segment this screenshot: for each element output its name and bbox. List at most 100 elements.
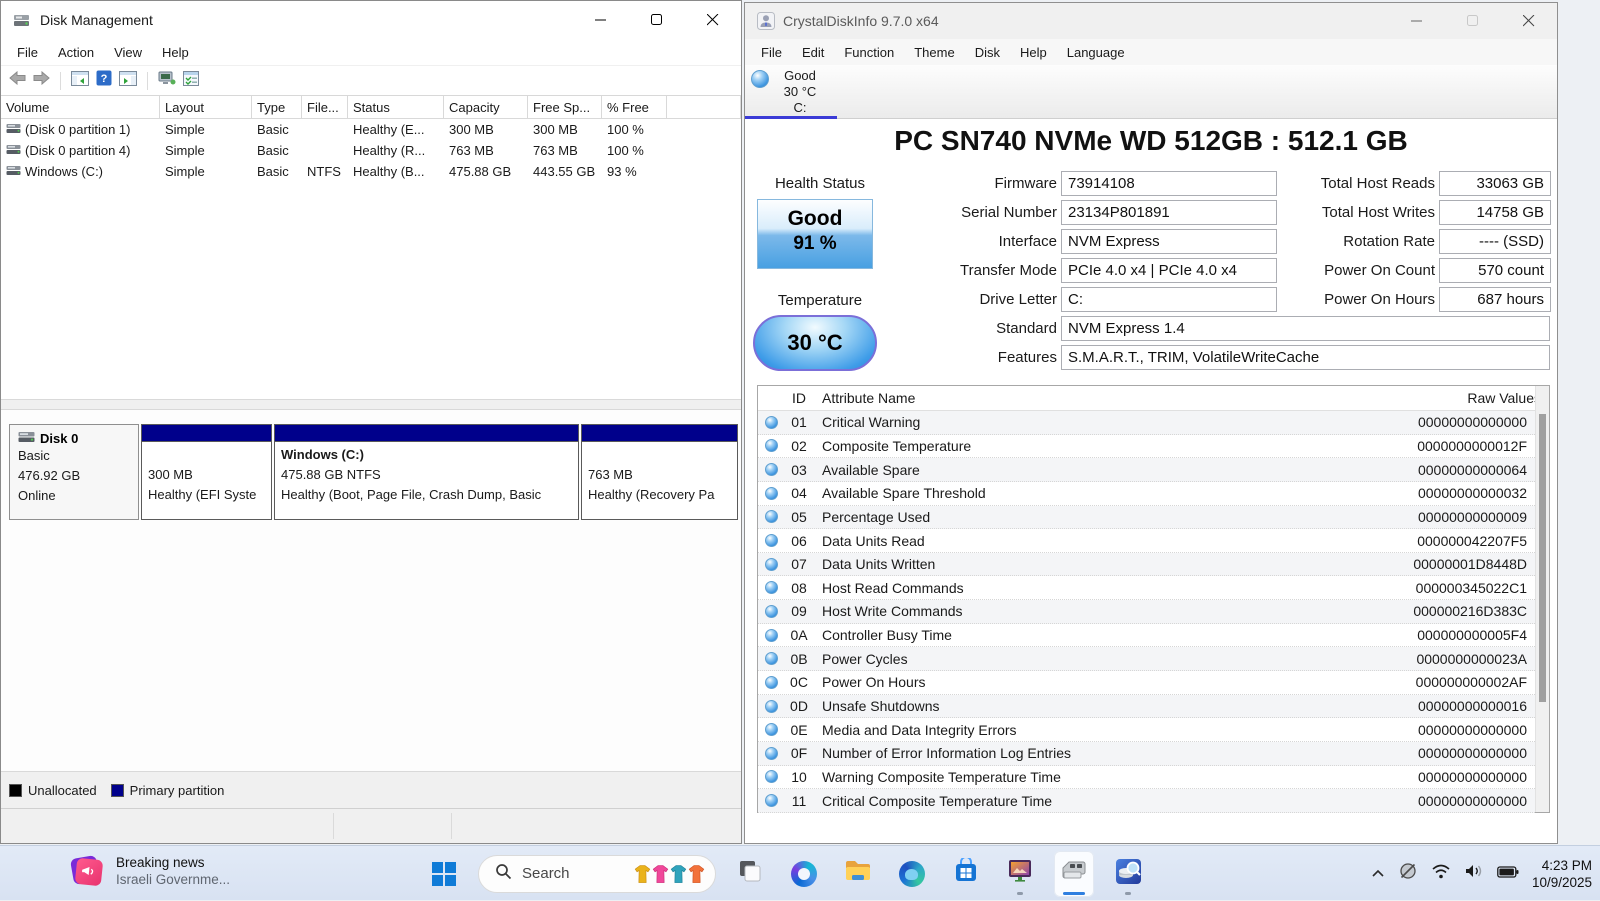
partition-block-efi[interactable]: 300 MB Healthy (EFI Syste <box>141 424 272 520</box>
attribute-status-orb-icon <box>764 486 778 500</box>
crystaldiskinfo-taskbar-button[interactable] <box>1054 850 1094 897</box>
smart-attribute-row[interactable]: 0D Unsafe Shutdowns 00000000000016 <box>758 694 1535 719</box>
unallocated-swatch <box>9 783 22 797</box>
smart-attribute-row[interactable]: 0B Power Cycles 0000000000023A <box>758 647 1535 672</box>
cdi-minimize-button[interactable] <box>1389 3 1445 39</box>
column-header[interactable]: Free Sp... <box>528 96 602 118</box>
edge-button[interactable] <box>892 851 932 897</box>
action-pane-icon[interactable] <box>119 70 137 91</box>
scrollbar-thumb[interactable] <box>1539 414 1546 702</box>
console-tree-icon[interactable] <box>71 70 89 91</box>
cdi-menu-item[interactable]: Function <box>834 42 904 63</box>
smart-attribute-row[interactable]: 05 Percentage Used 00000000000009 <box>758 505 1535 530</box>
disk-icon <box>18 431 35 446</box>
help-icon[interactable]: ? <box>96 70 112 91</box>
cdi-menu-item[interactable]: Language <box>1057 42 1135 63</box>
battery-icon[interactable] <box>1497 865 1519 883</box>
dm-close-button[interactable] <box>685 1 741 39</box>
partition-block-recovery[interactable]: 763 MB Healthy (Recovery Pa <box>581 424 738 520</box>
attribute-status-orb-icon <box>764 463 778 477</box>
drive-info-fields-wide: Standard NVM Express 1.4 Features S.M.A.… <box>865 316 1555 374</box>
smart-attribute-row[interactable]: 0A Controller Busy Time 000000000005F4 <box>758 624 1535 648</box>
smart-attribute-row[interactable]: 09 Host Write Commands 000000216D383C <box>758 600 1535 624</box>
smart-attribute-row[interactable]: 0C Power On Hours 000000000002AF <box>758 671 1535 695</box>
svg-text:?: ? <box>101 73 108 85</box>
cdi-menu-item[interactable]: Help <box>1010 42 1057 63</box>
dm-maximize-button[interactable] <box>629 1 685 39</box>
smart-attribute-row[interactable]: 0F Number of Error Information Log Entri… <box>758 741 1535 766</box>
health-status-button[interactable]: Good 91 % <box>757 199 873 269</box>
column-header[interactable]: Volume <box>1 96 160 118</box>
smart-attribute-row[interactable]: 08 Host Read Commands 000000345022C1 <box>758 576 1535 601</box>
cdi-menu-item[interactable]: Edit <box>792 42 834 63</box>
crystaldiskmark-button[interactable] <box>1108 851 1148 897</box>
stat-value-box: 14758 GB <box>1439 200 1551 225</box>
column-header[interactable]: Type <box>252 96 302 118</box>
device-monitor-icon[interactable] <box>158 71 176 91</box>
dm-menu-item[interactable]: Help <box>152 42 199 63</box>
widgets-button[interactable]: Breaking news Israeli Governme... <box>69 854 230 888</box>
stat-value-box: 33063 GB <box>1439 171 1551 196</box>
cdi-menu-item[interactable]: Disk <box>965 42 1010 63</box>
smart-attribute-row[interactable]: 06 Data Units Read 000000042207F5 <box>758 529 1535 553</box>
smart-attribute-row[interactable]: 0E Media and Data Integrity Errors 00000… <box>758 718 1535 742</box>
dm-pane-splitter[interactable] <box>1 399 741 410</box>
copilot-button[interactable] <box>784 851 824 897</box>
smart-attribute-row[interactable]: 02 Composite Temperature 0000000000012F <box>758 435 1535 459</box>
stat-value-box: 687 hours <box>1439 287 1551 312</box>
cdi-close-button[interactable] <box>1501 3 1557 39</box>
smart-table-scrollbar[interactable] <box>1535 386 1549 812</box>
smart-attribute-row[interactable]: 11 Critical Composite Temperature Time 0… <box>758 789 1535 813</box>
smart-attribute-row[interactable]: 01 Critical Warning 00000000000000 <box>758 411 1535 435</box>
cdi-menu-item[interactable]: File <box>751 42 792 63</box>
microsoft-store-button[interactable] <box>946 851 986 897</box>
smart-attribute-row[interactable]: 03 Available Spare 00000000000064 <box>758 458 1535 482</box>
file-explorer-button[interactable] <box>838 851 878 897</box>
attribute-status-orb-icon <box>764 581 778 595</box>
volume-icon[interactable] <box>1464 863 1484 884</box>
attribute-status-orb-icon <box>764 770 778 784</box>
dm-menu-item[interactable]: File <box>7 42 48 63</box>
column-header[interactable]: % Free <box>602 96 667 118</box>
column-header[interactable]: Capacity <box>444 96 528 118</box>
table-row[interactable]: (Disk 0 partition 1) Simple Basic Health… <box>1 119 741 140</box>
forward-icon[interactable] <box>33 70 50 90</box>
search-placeholder: Search <box>522 865 570 882</box>
dm-window-title: Disk Management <box>40 12 153 28</box>
cdi-menu-item[interactable]: Theme <box>904 42 964 63</box>
task-view-button[interactable] <box>730 851 770 897</box>
smart-attribute-row[interactable]: 10 Warning Composite Temperature Time 00… <box>758 766 1535 790</box>
legend-unallocated: Unallocated <box>9 783 97 798</box>
microsoft-store-icon <box>953 856 979 889</box>
clock[interactable]: 4:23 PM 10/9/2025 <box>1532 857 1592 891</box>
smart-attribute-row[interactable]: 07 Data Units Written 00000001D8448D <box>758 552 1535 577</box>
partition-block-windows-c[interactable]: Windows (C:) 475.88 GB NTFS Healthy (Boo… <box>274 424 579 520</box>
dm-minimize-button[interactable] <box>573 1 629 39</box>
table-row[interactable]: Windows (C:) Simple Basic NTFS Healthy (… <box>1 161 741 182</box>
do-not-disturb-off-icon[interactable] <box>1398 861 1418 886</box>
cdi-maximize-button[interactable] <box>1445 3 1501 39</box>
dm-menu-item[interactable]: Action <box>48 42 104 63</box>
dm-menu-item[interactable]: View <box>104 42 152 63</box>
search-box[interactable]: Search <box>478 854 716 893</box>
temperature-button[interactable]: 30 °C <box>753 315 877 371</box>
column-header[interactable]: Status <box>348 96 444 118</box>
tray-chevron-icon[interactable] <box>1371 865 1385 883</box>
start-button[interactable] <box>424 851 464 897</box>
id-column-header[interactable]: ID <box>784 390 814 406</box>
image-app-button[interactable] <box>1000 851 1040 897</box>
back-icon[interactable] <box>9 70 26 90</box>
table-row[interactable]: (Disk 0 partition 4) Simple Basic Health… <box>1 140 741 161</box>
smart-attribute-row[interactable]: 04 Available Spare Threshold 00000000000… <box>758 482 1535 506</box>
properties-list-icon[interactable] <box>183 70 199 91</box>
column-header[interactable]: Layout <box>160 96 252 118</box>
wifi-icon[interactable] <box>1431 863 1451 884</box>
column-header[interactable]: File... <box>302 96 348 118</box>
raw-values-column-header[interactable]: Raw Values <box>1376 390 1549 406</box>
volume-icon <box>6 143 21 158</box>
disk0-info-card[interactable]: Disk 0 Basic 476.92 GB Online <box>9 424 139 520</box>
drive-tab-c[interactable]: Good 30 °C C: <box>745 65 841 119</box>
attribute-column-header[interactable]: Attribute Name <box>814 390 1376 406</box>
attribute-status-orb-icon <box>764 415 778 429</box>
attribute-status-orb-icon <box>764 794 778 808</box>
